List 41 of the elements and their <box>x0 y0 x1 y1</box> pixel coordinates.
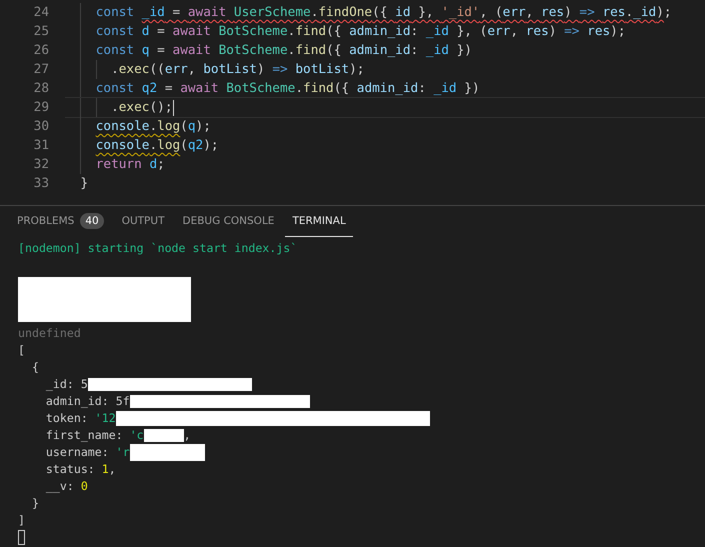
code-line: return d; <box>65 155 705 174</box>
terminal-text: first_name: 'c <box>44 427 144 444</box>
terminal-text: status: 1, <box>44 461 116 478</box>
line-number: 24 <box>32 5 49 20</box>
terminal-text: , <box>184 427 191 444</box>
code-line: .exec((err, botList) => botList); <box>65 60 705 79</box>
line-number: 30 <box>32 119 49 134</box>
code-line: const d = await BotScheme.find({ admin_id: _id }, (err, res) => res); <box>65 22 705 41</box>
panel-tab[interactable]: OUTPUT <box>114 206 172 237</box>
code-line: .exec(); <box>65 98 705 117</box>
terminal-text: [ <box>18 342 25 359</box>
code-line: console.log(q2); <box>65 136 705 155</box>
text-cursor <box>172 100 174 116</box>
panel-tab[interactable]: DEBUG CONSOLE <box>175 206 282 237</box>
count-badge: 40 <box>80 213 104 229</box>
terminal-text: __v: 0 <box>44 478 88 495</box>
redaction-block <box>144 429 184 442</box>
line-number: 31 <box>32 138 49 153</box>
code-line: const q = await BotScheme.find({ admin_id: _id }) <box>65 41 705 60</box>
terminal-text: [nodemon] starting `node start index.js` <box>18 240 298 257</box>
panel-tab[interactable]: TERMINAL <box>285 206 353 237</box>
line-number: 29 <box>32 100 49 115</box>
terminal-text: admin_id: 5f <box>44 393 130 410</box>
terminal-text: { <box>30 359 39 376</box>
line-number: 32 <box>32 157 49 172</box>
code-line: const q2 = await BotScheme.find({ admin_id: _id }) <box>65 79 705 98</box>
terminal-text: } <box>30 495 39 512</box>
terminal-text: ] <box>18 512 25 529</box>
terminal-text: token: '12 <box>44 410 116 427</box>
line-number: 26 <box>32 43 49 58</box>
code-line: console.log(q); <box>65 117 705 136</box>
panel-tab[interactable]: PROBLEMS 40 <box>10 206 111 237</box>
code-line: } <box>79 175 90 193</box>
line-number: 27 <box>32 62 49 77</box>
line-number: 25 <box>32 24 49 39</box>
line-number: 28 <box>32 81 49 96</box>
code-line: const _id = await UserScheme.findOne({ id }, '_id', (err, res) => res._id); <box>65 3 705 22</box>
terminal-text: username: 'r <box>44 444 130 461</box>
terminal-text: undefined <box>18 325 81 342</box>
terminal-text: _id: 5 <box>44 376 88 393</box>
line-number: 33 <box>32 176 49 191</box>
